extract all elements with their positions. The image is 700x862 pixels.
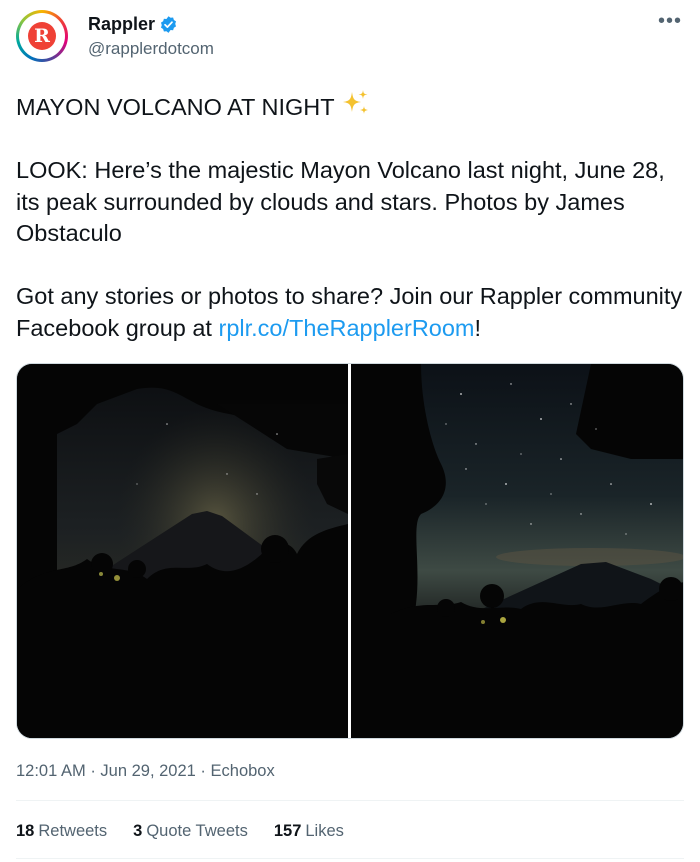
photo-mayon-volcano-right[interactable] xyxy=(351,364,683,738)
name-row: Rappler xyxy=(88,14,178,35)
retweets-label: Retweets xyxy=(38,822,108,840)
tweet-text: MAYON VOLCANO AT NIGHT LOOK: Here’s the … xyxy=(16,88,688,344)
avatar[interactable]: R xyxy=(16,10,68,62)
more-options-icon[interactable]: ••• xyxy=(656,11,684,40)
sparkles-icon xyxy=(342,90,368,114)
quote-tweets-count: 3 xyxy=(133,822,143,840)
media-grid xyxy=(16,363,684,739)
tweet-time[interactable]: 12:01 AM xyxy=(16,762,86,780)
tweet-title-line: MAYON VOLCANO AT NIGHT xyxy=(16,88,688,124)
retweets-stat[interactable]: 18 Retweets xyxy=(16,822,107,841)
quote-tweets-label: Quote Tweets xyxy=(146,822,248,840)
photo-mayon-volcano-left[interactable] xyxy=(17,364,348,738)
likes-count: 157 xyxy=(273,822,302,840)
likes-stat[interactable]: 157 Likes xyxy=(274,822,344,841)
engagement-stats: 18 Retweets 3 Quote Tweets 157 Likes xyxy=(16,822,370,841)
retweets-count: 18 xyxy=(16,822,35,840)
tweet-metadata: 12:01 AM · Jun 29, 2021 · Echobox xyxy=(16,762,275,781)
display-name[interactable]: Rappler xyxy=(88,14,155,35)
tweet-date[interactable]: Jun 29, 2021 xyxy=(100,762,195,780)
meta-separator: · xyxy=(200,762,206,780)
tweet-paragraph-2: Got any stories or photos to share? Join… xyxy=(16,283,683,341)
handle[interactable]: @rapplerdotcom xyxy=(88,39,214,59)
tweet-paragraph-1: LOOK: Here’s the majestic Mayon Volcano … xyxy=(16,157,665,246)
tweet-source[interactable]: Echobox xyxy=(211,762,275,780)
likes-label: Likes xyxy=(305,822,344,840)
rappler-logo-icon: R xyxy=(28,22,56,50)
divider xyxy=(16,800,684,801)
rappler-room-link[interactable]: rplr.co/TheRapplerRoom xyxy=(219,315,475,341)
verified-badge-icon xyxy=(161,16,177,33)
divider xyxy=(16,858,684,859)
meta-separator: · xyxy=(90,762,96,780)
tweet-header: R Rappler @rapplerdotcom ••• xyxy=(16,10,684,66)
quote-tweets-stat[interactable]: 3 Quote Tweets xyxy=(133,822,248,841)
